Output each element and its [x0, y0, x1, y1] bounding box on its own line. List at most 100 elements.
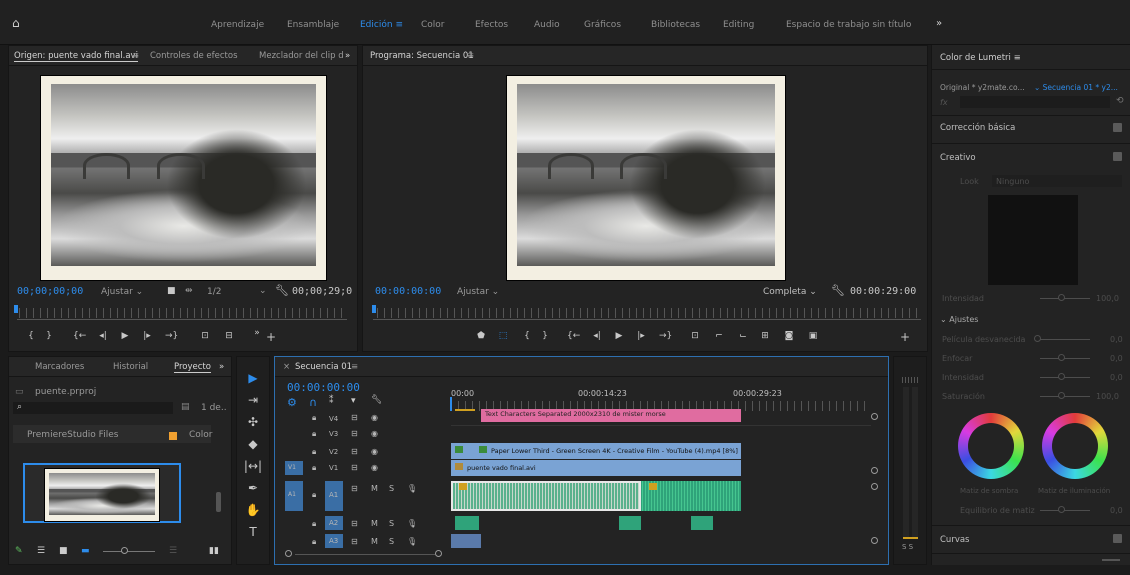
- play-icon[interactable]: ▶: [613, 330, 625, 342]
- trim-icon[interactable]: ⌙: [737, 330, 749, 342]
- tab-project[interactable]: Proyecto: [174, 362, 211, 373]
- solo-icon[interactable]: S: [389, 519, 394, 528]
- menu-icon[interactable]: ≡: [395, 20, 403, 30]
- overwrite-icon[interactable]: ⊟: [223, 330, 235, 342]
- lock-icon[interactable]: 🔒︎: [312, 463, 316, 473]
- solo-icon[interactable]: S: [389, 537, 394, 546]
- zoom-knob[interactable]: [121, 547, 128, 554]
- faded-film-slider[interactable]: [1040, 339, 1090, 340]
- lift-icon[interactable]: ⊡: [689, 330, 701, 342]
- source-clip-dropdown[interactable]: Original * y2mate.co...: [940, 83, 1025, 92]
- audio-clip-a2-2[interactable]: [619, 516, 641, 530]
- lock-icon[interactable]: 🔒︎: [312, 519, 316, 529]
- go-to-out-icon[interactable]: →}: [165, 330, 178, 342]
- fit-dropdown[interactable]: Ajustar ⌄: [457, 287, 499, 297]
- wrench-icon[interactable]: 🔧︎: [275, 284, 289, 297]
- vr-icon[interactable]: ▣: [807, 330, 819, 342]
- program-ruler[interactable]: [377, 308, 917, 318]
- wrench-icon[interactable]: 🔧︎: [831, 284, 845, 297]
- quality-dropdown[interactable]: Completa ⌄: [763, 287, 817, 297]
- extract-icon[interactable]: ⌐: [713, 330, 725, 342]
- scrollbar[interactable]: [216, 492, 221, 512]
- tint-balance-knob[interactable]: [1058, 506, 1065, 513]
- mic-icon[interactable]: 🎙︎: [407, 484, 417, 493]
- zoom-end-handle[interactable]: [435, 550, 442, 557]
- source-ruler[interactable]: [19, 308, 344, 318]
- tint-balance-slider[interactable]: [1040, 510, 1090, 511]
- workspace-efectos[interactable]: Efectos: [475, 20, 508, 30]
- effect-dropdown[interactable]: [960, 96, 1110, 108]
- play-icon[interactable]: ▶: [119, 330, 131, 342]
- close-icon[interactable]: ×: [283, 362, 290, 372]
- intensity-knob[interactable]: [1058, 294, 1065, 301]
- panel-handle[interactable]: [1102, 559, 1120, 561]
- color-label-swatch[interactable]: [169, 432, 177, 440]
- pen-tool-icon[interactable]: ✒: [243, 481, 263, 499]
- solo-icon[interactable]: S: [389, 484, 394, 493]
- vibrance-value[interactable]: 0,0: [1110, 373, 1123, 382]
- audio-clip-a2-3[interactable]: [691, 516, 713, 530]
- sequence-clip-dropdown[interactable]: ⌄ Secuencia 01 * y2...: [1034, 83, 1118, 92]
- lock-icon[interactable]: 🔒︎: [312, 537, 316, 547]
- zoom-slider[interactable]: [103, 551, 155, 552]
- search-icon[interactable]: ⌕: [17, 402, 22, 412]
- mark-in-icon[interactable]: {: [521, 330, 533, 342]
- clip-thumbnail[interactable]: [23, 463, 181, 523]
- chevron-right-icon[interactable]: »: [219, 362, 224, 372]
- saturation-slider[interactable]: [1040, 396, 1090, 397]
- vibrance-slider[interactable]: [1040, 377, 1090, 378]
- eye-icon[interactable]: ◉: [371, 413, 378, 422]
- toggle-output-icon[interactable]: ⊟: [351, 537, 358, 546]
- look-value[interactable]: Ninguno: [996, 177, 1029, 186]
- hand-tool-icon[interactable]: ✋: [243, 503, 263, 521]
- step-forward-icon[interactable]: |▸: [635, 330, 647, 342]
- tab-effect-controls[interactable]: Controles de efectos: [150, 51, 238, 61]
- scroll-handle[interactable]: [871, 537, 878, 544]
- slip-tool-icon[interactable]: |↔|: [243, 459, 263, 477]
- audio-clip-a3[interactable]: [451, 534, 481, 548]
- section-curves[interactable]: Curvas: [940, 535, 969, 545]
- curves-checkbox[interactable]: [1113, 534, 1122, 543]
- program-timecode[interactable]: 00:00:00:00: [375, 286, 441, 297]
- track-select-icon[interactable]: ⇥: [243, 393, 263, 411]
- linked-icon[interactable]: ⁑: [329, 396, 334, 406]
- workspace-color[interactable]: Color: [421, 20, 445, 30]
- marker-icon[interactable]: ⬟: [475, 330, 487, 342]
- fit-dropdown[interactable]: Ajustar ⌄: [101, 287, 143, 297]
- tab-history[interactable]: Historial: [113, 362, 148, 372]
- mark-in-icon[interactable]: {: [25, 330, 37, 342]
- sort-icon[interactable]: ☰: [169, 546, 177, 556]
- scroll-handle[interactable]: [871, 467, 878, 474]
- program-scrubbar[interactable]: [373, 319, 921, 320]
- selection-tool-icon[interactable]: ▶: [243, 371, 263, 389]
- mic-icon[interactable]: 🎙︎: [407, 537, 417, 546]
- step-back-icon[interactable]: ◂|: [97, 330, 109, 342]
- menu-icon[interactable]: ≡: [467, 51, 474, 61]
- sharpen-knob[interactable]: [1058, 354, 1065, 361]
- solo-label[interactable]: S S: [902, 543, 913, 551]
- sharpen-slider[interactable]: [1040, 358, 1090, 359]
- compare-icon[interactable]: ⊞: [759, 330, 771, 342]
- clip-v4-text[interactable]: Text Characters Separated 2000x2310 de m…: [481, 409, 741, 422]
- workspace-edicion[interactable]: Edición ≡: [360, 20, 403, 30]
- tab-sequence[interactable]: Secuencia 01: [295, 362, 352, 372]
- snap-icon[interactable]: ∩: [309, 396, 317, 409]
- toggle-output-icon[interactable]: ⊟: [351, 519, 358, 528]
- toggle-output-icon[interactable]: ⊟: [351, 484, 358, 493]
- workspace-graficos[interactable]: Gráficos: [584, 20, 621, 30]
- eye-icon[interactable]: ◉: [371, 447, 378, 456]
- clip-v2-lower-third[interactable]: Paper Lower Third - Green Screen 4K - Cr…: [451, 443, 741, 459]
- eye-icon[interactable]: ◉: [371, 429, 378, 438]
- highlight-tint-wheel[interactable]: [1042, 413, 1108, 479]
- playhead[interactable]: [450, 397, 452, 411]
- link-icon[interactable]: ⇹: [185, 286, 193, 296]
- export-frame-icon[interactable]: ⬚: [497, 330, 509, 342]
- mute-icon[interactable]: M: [371, 484, 378, 493]
- eye-icon[interactable]: ◉: [371, 463, 378, 472]
- basic-correction-checkbox[interactable]: [1113, 123, 1122, 132]
- go-to-in-icon[interactable]: {←: [73, 330, 86, 342]
- step-back-icon[interactable]: ◂|: [591, 330, 603, 342]
- bin-name[interactable]: PremiereStudio Files: [27, 430, 118, 440]
- wrench-icon[interactable]: 🔧︎: [371, 395, 382, 405]
- go-to-out-icon[interactable]: →}: [659, 330, 672, 342]
